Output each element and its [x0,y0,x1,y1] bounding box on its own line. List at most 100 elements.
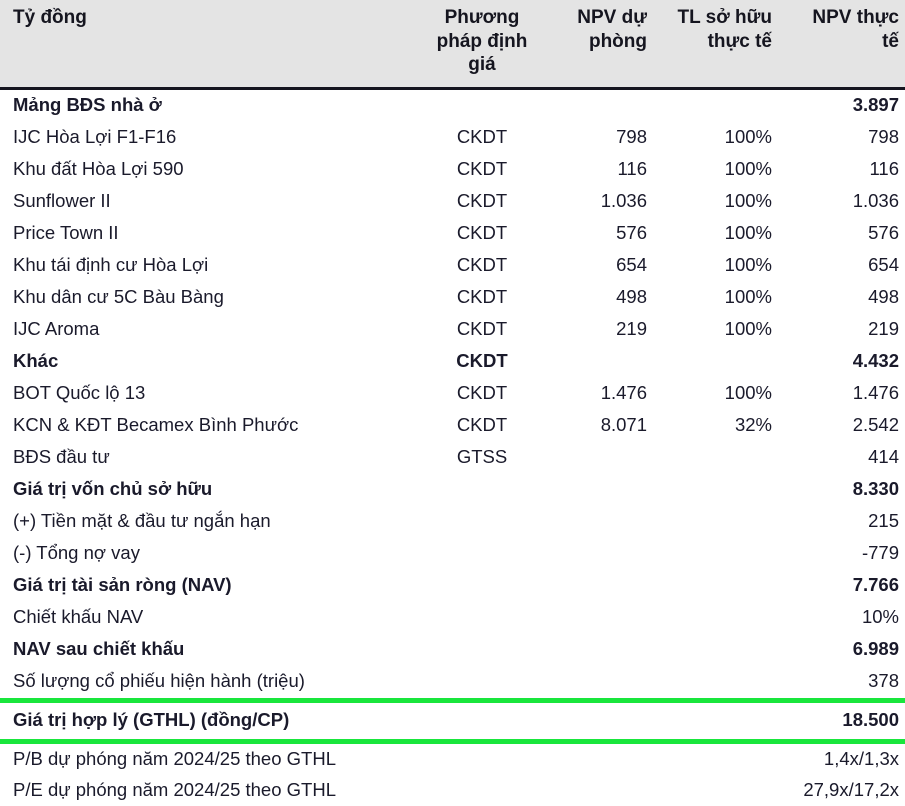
cell-label: Giá trị tài sản ròng (NAV) [13,574,232,596]
table-row: Khu đất Hòa Lợi 590 CKDT 116 100% 116 [0,154,905,186]
cell-method: CKDT [456,286,508,308]
table-row: Khác CKDT 4.432 [0,346,905,378]
cell-npv-actual: 2.542 [852,414,899,436]
cell-npv [540,346,655,378]
cell-label: BĐS đầu tư [13,446,110,468]
cell-method [430,538,540,570]
cell-label: NAV sau chiết khấu [13,638,185,660]
cell-npv-actual: 798 [868,126,899,148]
cell-npv-actual: 654 [868,254,899,276]
header-row: Tỷ đồng Phương pháp định giá NPV dự phòn… [0,0,905,90]
cell-label: P/E dự phóng năm 2024/25 theo GTHL [13,778,336,800]
cell-method: CKDT [456,382,508,404]
cell-method: CKDT [456,158,508,180]
cell-method: CKDT [456,318,508,340]
cell-ownership [655,538,780,570]
cell-npv [540,442,655,474]
cell-ownership [655,775,780,806]
column-header-npv-actual-line1: NPV thực [812,7,899,28]
cell-method [430,602,540,634]
cell-npv-actual: 10% [861,606,899,628]
cell-npv-actual: 576 [868,222,899,244]
cell-npv-actual: 27,9x/17,2x [803,778,899,800]
cell-ownership [655,602,780,634]
valuation-table: Tỷ đồng Phương pháp định giá NPV dự phòn… [0,0,905,806]
column-header-npv-projected-line2: phòng [588,30,647,52]
column-header-ownership-ratio: TL sở hữu thực tế [655,0,780,90]
table-row: IJC Aroma CKDT 219 100% 219 [0,314,905,346]
cell-label: Khu tái định cư Hòa Lợi [13,254,209,276]
cell-ownership [655,346,780,378]
cell-method [430,634,540,666]
cell-label: Giá trị hợp lý (GTHL) (đồng/CP) [0,697,430,744]
cell-ownership: 100% [724,382,772,404]
cell-npv: 798 [616,126,647,148]
cell-label: (-) Tổng nợ vay [13,542,140,564]
cell-npv: 498 [616,286,647,308]
cell-npv-actual: 4.432 [852,350,899,372]
table-row: Giá trị tài sản ròng (NAV) 7.766 [0,570,905,602]
cell-ownership [655,634,780,666]
cell-ownership: 100% [724,254,772,276]
cell-npv [540,88,655,122]
cell-label: Khu dân cư 5C Bàu Bàng [13,286,224,308]
cell-npv-actual: 7.766 [852,574,899,596]
cell-npv: 116 [617,158,648,180]
cell-npv [540,570,655,602]
cell-label: BOT Quốc lộ 13 [13,382,146,404]
table-row: Giá trị hợp lý (GTHL) (đồng/CP) 18.500 [0,697,905,744]
cell-ownership: 100% [724,126,772,148]
cell-method: GTSS [456,446,508,468]
cell-npv: 1.036 [600,190,647,212]
cell-ownership: 100% [724,158,772,180]
table-row: (+) Tiền mặt & đầu tư ngắn hạn 215 [0,506,905,538]
cell-npv: 654 [616,254,647,276]
cell-ownership [655,88,780,122]
cell-label: Sunflower II [13,190,111,212]
cell-npv-actual: 215 [868,510,899,532]
cell-npv [540,538,655,570]
cell-npv [540,602,655,634]
cell-label: P/B dự phóng năm 2024/25 theo GTHL [13,747,336,769]
cell-npv-actual: 378 [868,670,899,692]
cell-ownership: 100% [724,318,772,340]
cell-ownership [655,506,780,538]
cell-npv-actual: 3.897 [852,94,899,116]
cell-npv-actual: 414 [868,446,899,468]
table-row: BOT Quốc lộ 13 CKDT 1.476 100% 1.476 [0,378,905,410]
cell-ownership: 100% [724,190,772,212]
table-row: Price Town II CKDT 576 100% 576 [0,218,905,250]
cell-npv-actual: -779 [861,542,899,564]
table-row: (-) Tổng nợ vay -779 [0,538,905,570]
cell-label: Giá trị vốn chủ sở hữu [13,478,213,500]
cell-label: Khác [13,350,59,372]
cell-npv-actual: 1.036 [852,190,899,212]
table-header: Tỷ đồng Phương pháp định giá NPV dự phòn… [0,0,905,90]
cell-ownership: 100% [724,286,772,308]
cell-ownership [655,666,780,701]
table-row: KCN & KĐT Becamex Bình Phước CKDT 8.071 32%… [0,410,905,442]
cell-method [430,666,540,701]
table-row: Chiết khấu NAV 10% [0,602,905,634]
cell-method: CKDT [456,222,508,244]
cell-ownership [655,442,780,474]
cell-method [430,474,540,506]
cell-npv [540,506,655,538]
cell-method: CKDT [456,414,508,436]
table-row: NAV sau chiết khấu 6.989 [0,634,905,666]
cell-ownership [655,741,780,775]
cell-label: IJC Aroma [13,318,100,340]
cell-method [430,775,540,806]
table-row: Số lượng cổ phiếu hiện hành (triệu) 378 [0,666,905,701]
cell-ownership: 32% [734,414,772,436]
cell-ownership: 100% [724,222,772,244]
cell-label: Price Town II [13,222,119,244]
cell-label: Mảng BĐS nhà ở [13,94,162,116]
column-header-valuation-method-line2: pháp định [436,30,528,52]
column-header-ownership-ratio-line2: thực tế [707,30,772,52]
cell-npv [540,474,655,506]
cell-npv-actual: 18.500 [780,697,905,744]
table-row: Khu tái định cư Hòa Lợi CKDT 654 100% 654 [0,250,905,282]
column-header-valuation-method: Phương pháp định giá [430,0,540,90]
cell-label: Chiết khấu NAV [13,606,144,628]
